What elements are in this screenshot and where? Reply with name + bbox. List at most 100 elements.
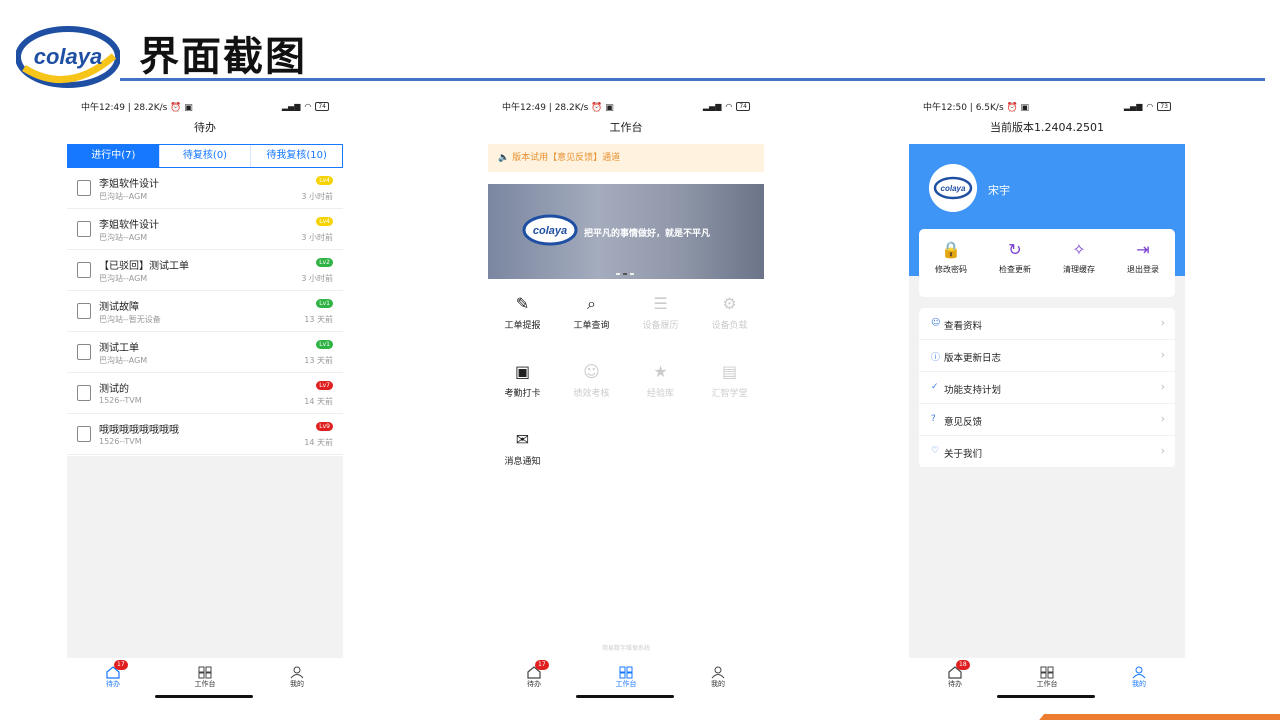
- tab-my-review[interactable]: 待我复核(10): [250, 145, 342, 167]
- nav-workbench[interactable]: 工作台: [1001, 658, 1093, 700]
- nav-todo[interactable]: 17 待办: [488, 658, 580, 700]
- status-bar: 中午12:49 | 28.2K/s ⏰ ▣ ▂▄▆ ◠ 74: [488, 96, 764, 116]
- user-name: 宋宇: [988, 184, 1010, 197]
- tab-pending-review[interactable]: 待复核(0): [158, 145, 251, 167]
- banner-logo-text: colaya: [533, 225, 567, 237]
- edit-icon: ✎: [515, 294, 530, 313]
- notice-bar[interactable]: 🔈 版本试用【意见反馈】通道: [488, 144, 764, 172]
- menu-item[interactable]: ♡ 关于我们 ›: [919, 436, 1175, 468]
- grid-icon: [1040, 664, 1054, 679]
- feature-list[interactable]: ☰ 设备履历: [626, 295, 695, 333]
- feature-label: 工单查询: [573, 321, 610, 331]
- feature-chat[interactable]: ✉ 消息通知: [488, 431, 557, 469]
- nav-mine[interactable]: 我的: [251, 658, 343, 700]
- chevron-right-icon: ›: [1160, 348, 1165, 361]
- level-badge: Lv1: [316, 340, 333, 349]
- nav-workbench[interactable]: 工作台: [159, 658, 251, 700]
- nav-label: 工作台: [615, 680, 637, 688]
- nav-label: 工作台: [1036, 680, 1058, 688]
- menu-item[interactable]: ? 意见反馈 ›: [919, 404, 1175, 436]
- phone-profile: 中午12:50 | 6.5K/s ⏰ ▣ ▂▄▆ ◠ 73 当前版本1.2404…: [909, 96, 1185, 700]
- device-icon: [77, 344, 91, 360]
- todo-badge: 17: [535, 660, 549, 670]
- user-icon: [711, 664, 725, 679]
- todo-title: 测试故障: [99, 302, 139, 313]
- feature-label: 经验库: [646, 389, 674, 399]
- banner[interactable]: colaya 把平凡的事情做好，就是不平凡: [488, 184, 764, 279]
- nav-label: 工作台: [194, 680, 216, 688]
- todo-item[interactable]: 李姐软件设计 巴沟站--AGM Lv4 3 小时前: [67, 209, 343, 250]
- bottom-nav: 17 待办 工作台 我的: [67, 658, 343, 700]
- notice-text: 版本试用【意见反馈】通道: [512, 153, 621, 163]
- todo-item[interactable]: 测试的 1526--TVM Lv7 14 天前: [67, 373, 343, 414]
- feature-label: 工单提报: [504, 321, 541, 331]
- menu-item[interactable]: ☺ 查看资料 ›: [919, 308, 1175, 340]
- battery-icon: 74: [315, 101, 329, 111]
- clipboard-icon: ▣: [514, 362, 531, 381]
- todo-item[interactable]: 【已驳回】测试工单 巴沟站--AGM Lv2 3 小时前: [67, 250, 343, 291]
- nav-mine[interactable]: 我的: [1093, 658, 1185, 700]
- device-icon: [77, 426, 91, 442]
- feature-label: 考勤打卡: [504, 389, 541, 399]
- avatar-logo-text: colaya: [941, 184, 966, 193]
- menu-label: 查看资料: [944, 321, 983, 332]
- todo-time: 14 天前: [304, 438, 333, 447]
- nav-todo[interactable]: 17 待办: [67, 658, 159, 700]
- feature-label: 设备负载: [711, 321, 748, 331]
- chevron-right-icon: ›: [1160, 380, 1165, 393]
- feature-search[interactable]: ⌕ 工单查询: [557, 295, 626, 333]
- action-lock[interactable]: 🔒 修改密码: [919, 229, 983, 297]
- tab-in-progress[interactable]: 进行中(7): [68, 145, 159, 167]
- nav-workbench[interactable]: 工作台: [580, 658, 672, 700]
- status-time: 中午12:50 | 6.5K/s ⏰ ▣: [923, 102, 1030, 113]
- feature-edit[interactable]: ✎ 工单提报: [488, 295, 557, 333]
- nav-todo[interactable]: 18 待办: [909, 658, 1001, 700]
- action-logout[interactable]: ⇥ 退出登录: [1111, 229, 1175, 297]
- chat-icon: ✉: [515, 430, 530, 449]
- menu-item[interactable]: ✓ 功能支持计划 ›: [919, 372, 1175, 404]
- todo-badge: 17: [114, 660, 128, 670]
- logout-icon: ⇥: [1136, 240, 1150, 259]
- empty-area: [67, 456, 343, 658]
- feature-wallet[interactable]: ▤ 汇智学堂: [695, 363, 764, 401]
- action-broom[interactable]: ✧ 清理缓存: [1047, 229, 1111, 297]
- wifi-icon: ◠: [1146, 101, 1154, 111]
- menu-item[interactable]: ⓘ 版本更新日志 ›: [919, 340, 1175, 372]
- feature-clipboard[interactable]: ▣ 考勤打卡: [488, 363, 557, 401]
- nav-mine[interactable]: 我的: [672, 658, 764, 700]
- todo-item[interactable]: 测试故障 巴沟站--暂无设备 Lv1 13 天前: [67, 291, 343, 332]
- level-badge: Lv9: [316, 422, 333, 431]
- device-icon: [77, 180, 91, 196]
- todo-title: 哦哦哦哦哦哦哦哦: [99, 425, 179, 436]
- nav-label: 待办: [106, 680, 120, 688]
- signal-icon: ▂▄▆: [702, 101, 722, 111]
- todo-time: 3 小时前: [301, 274, 333, 283]
- home-indicator: [155, 695, 253, 698]
- feature-star[interactable]: ★ 经验库: [626, 363, 695, 401]
- todo-title: 测试工单: [99, 343, 139, 354]
- phone-workbench: 中午12:49 | 28.2K/s ⏰ ▣ ▂▄▆ ◠ 74 工作台 🔈 版本试…: [488, 96, 764, 700]
- status-time: 中午12:49 | 28.2K/s ⏰ ▣: [81, 102, 193, 113]
- feature-label: 设备履历: [642, 321, 679, 331]
- action-refresh[interactable]: ↻ 检查更新: [983, 229, 1047, 297]
- signal-icon: ▂▄▆: [281, 101, 301, 111]
- lock-icon: 🔒: [941, 240, 961, 259]
- todo-item[interactable]: 李姐软件设计 巴沟站--AGM Lv4 3 小时前: [67, 168, 343, 209]
- todo-item[interactable]: 哦哦哦哦哦哦哦哦 1526--TVM Lv9 14 天前: [67, 414, 343, 455]
- feature-grid: ✎ 工单提报 ⌕ 工单查询 ☰ 设备履历 ⚙ 设备负载 ▣ 考勤打卡 ☺ 绩效考核 ★ 经验库 ▤ 汇智学堂 ✉…: [488, 279, 764, 469]
- home-indicator: [997, 695, 1095, 698]
- action-card: 🔒 修改密码 ↻ 检查更新 ✧ 清理缓存 ⇥ 退出登录: [919, 229, 1175, 297]
- feature-gear[interactable]: ⚙ 设备负载: [695, 295, 764, 333]
- home-icon: 17: [106, 660, 128, 679]
- banner-text: 把平凡的事情做好，就是不平凡: [584, 229, 711, 239]
- status-icons: ▂▄▆ ◠ 74: [281, 101, 329, 111]
- speaker-icon: 🔈: [498, 153, 513, 163]
- broom-icon: ✧: [1072, 240, 1086, 259]
- wallet-icon: ▤: [721, 362, 738, 381]
- todo-item[interactable]: 测试工单 巴沟站--AGM Lv1 13 天前: [67, 332, 343, 373]
- home-icon: 17: [527, 660, 549, 679]
- action-label: 清理缓存: [1063, 265, 1095, 274]
- avatar[interactable]: colaya: [929, 164, 977, 212]
- nav-label: 我的: [1132, 680, 1146, 688]
- feature-user-check[interactable]: ☺ 绩效考核: [557, 363, 626, 401]
